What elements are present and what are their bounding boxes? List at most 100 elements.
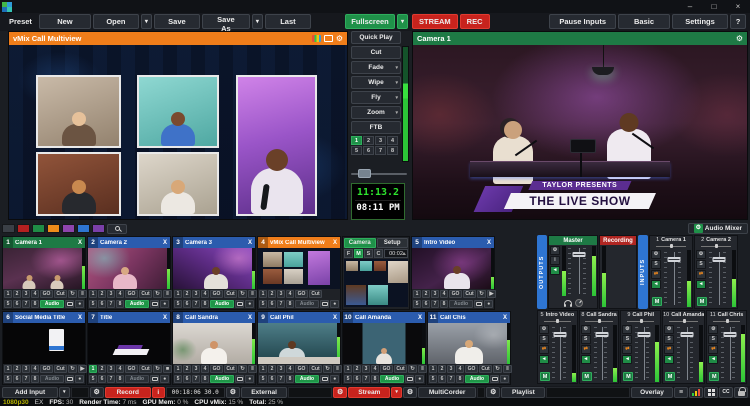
cut-button[interactable]: Cut xyxy=(479,365,492,373)
close-input-icon[interactable]: X xyxy=(330,315,340,321)
overlay-8-button[interactable]: 8 xyxy=(116,300,124,308)
input-thumbnail[interactable] xyxy=(88,323,170,364)
audio-levels-icon[interactable] xyxy=(689,387,703,398)
overlay-1-button[interactable]: 1 xyxy=(174,365,182,373)
open-button[interactable]: Open xyxy=(93,14,139,29)
overlay-4-button[interactable]: 4 xyxy=(456,365,464,373)
overlay-5-button[interactable]: 5 xyxy=(174,375,182,383)
fullscreen-monitor-icon[interactable] xyxy=(235,375,244,383)
overlay-1-button[interactable]: 1 xyxy=(429,365,437,373)
record-dot-icon[interactable]: ● xyxy=(245,300,254,308)
pause-icon[interactable]: ‖ xyxy=(248,365,257,373)
colorbars-icon[interactable] xyxy=(312,35,321,42)
overlay-1-button[interactable]: 1 xyxy=(259,290,267,298)
volume-fader[interactable] xyxy=(675,325,698,382)
fullscreen-monitor-icon[interactable] xyxy=(474,300,483,308)
preset-button[interactable]: Preset xyxy=(4,14,37,29)
pause-inputs-button[interactable]: Pause Inputs xyxy=(549,14,616,29)
speaker-icon[interactable]: ◄ xyxy=(651,280,661,289)
bus-routing-icon[interactable]: ⇄ xyxy=(622,345,632,354)
fullscreen-monitor-icon[interactable] xyxy=(405,375,414,383)
master-settings-icon[interactable]: ⚙ xyxy=(550,246,560,255)
input-thumbnail[interactable] xyxy=(173,248,255,289)
cut-button[interactable]: Cut xyxy=(54,290,67,298)
channel-settings-icon[interactable]: ⚙ xyxy=(651,250,661,259)
overlay-5-button[interactable]: 5 xyxy=(259,300,267,308)
transition-slot-button[interactable]: 8 xyxy=(387,146,398,155)
save-button[interactable]: Save xyxy=(154,14,200,29)
transition-slot-button[interactable]: 1 xyxy=(351,136,362,145)
headphones-icon[interactable] xyxy=(564,300,572,305)
speaker-icon[interactable]: ◄ xyxy=(696,280,706,289)
volume-fader[interactable] xyxy=(550,325,571,382)
overlay-1-button[interactable]: 1 xyxy=(4,365,12,373)
input-panel[interactable]: 7 Title X 1 2 3 4 GO Cut ↻ ■ 5 6 7 8 Aud… xyxy=(87,311,171,385)
close-input-icon[interactable]: X xyxy=(245,315,255,321)
fullscreen-monitor-icon[interactable] xyxy=(490,375,499,383)
input-header[interactable]: 8 Call Sandra X xyxy=(173,312,255,323)
input-thumbnail[interactable] xyxy=(343,323,425,364)
stream-indicator-button[interactable]: STREAM xyxy=(412,14,458,29)
pause-icon[interactable]: ‖ xyxy=(333,365,342,373)
record-dot-icon[interactable]: ● xyxy=(484,300,493,308)
close-button[interactable]: × xyxy=(726,0,750,13)
wipe-button[interactable]: Wipe▾ xyxy=(351,76,401,89)
overlay-6-button[interactable]: 6 xyxy=(268,300,276,308)
audio-toggle-button[interactable]: Audio xyxy=(40,375,64,383)
input-panel[interactable]: 2 Camera 2 X 1 2 3 4 GO Cut ↻ ‖ 5 6 7 8 … xyxy=(87,236,171,310)
record-dot-icon[interactable]: ● xyxy=(160,300,169,308)
input-thumbnail[interactable] xyxy=(3,248,85,289)
fly-button[interactable]: Fly▾ xyxy=(351,91,401,104)
input-thumbnail[interactable] xyxy=(88,248,170,289)
filter-color-swatch[interactable] xyxy=(47,224,60,233)
input-panel[interactable]: 10 Call Amanda X 1 2 3 4 GO Cut ↻ ‖ 5 6 … xyxy=(342,311,426,385)
transition-slot-button[interactable]: 7 xyxy=(375,146,386,155)
speaker-icon[interactable]: ◄ xyxy=(581,355,591,364)
close-input-icon[interactable]: X xyxy=(484,240,494,246)
input-panel[interactable]: 11 Call Chis X 1 2 3 4 GO Cut ↻ ‖ 5 6 7 … xyxy=(427,311,511,385)
filter-color-swatch[interactable] xyxy=(2,224,15,233)
record-dot-icon[interactable]: ● xyxy=(330,300,339,308)
pan-slider[interactable] xyxy=(621,319,660,324)
overlay-button[interactable]: Overlay xyxy=(631,387,673,398)
go-button[interactable]: GO xyxy=(465,365,478,373)
overlay-4-button[interactable]: 4 xyxy=(286,365,294,373)
channel-settings-icon[interactable]: ⚙ xyxy=(622,325,632,334)
overlay-4-button[interactable]: 4 xyxy=(371,365,379,373)
fullscreen-monitor-icon[interactable] xyxy=(65,375,74,383)
preview-gear-icon[interactable]: ⚙ xyxy=(336,34,343,44)
pan-slider[interactable] xyxy=(695,244,737,249)
menu-icon[interactable]: ≡ xyxy=(674,387,688,398)
playlist-settings-icon[interactable]: ⚙ xyxy=(486,387,500,398)
quick-play-button[interactable]: Quick Play xyxy=(351,31,401,44)
mute-button[interactable]: M xyxy=(540,372,550,381)
fader-handle[interactable] xyxy=(637,332,650,337)
overlay-7-button[interactable]: 7 xyxy=(447,375,455,383)
overlay-3-button[interactable]: 3 xyxy=(192,365,200,373)
overlay-6-button[interactable]: 6 xyxy=(268,375,276,383)
bus-routing-icon[interactable]: ⇄ xyxy=(581,345,591,354)
volume-fader[interactable] xyxy=(662,250,686,307)
overlay-8-button[interactable]: 8 xyxy=(286,375,294,383)
rec-indicator-button[interactable]: REC xyxy=(460,14,490,29)
input-header[interactable]: 10 Call Amanda X xyxy=(343,312,425,323)
interval-spinner[interactable]: 00:02 xyxy=(384,249,408,258)
fade-button[interactable]: Fade▾ xyxy=(351,61,401,74)
go-button[interactable]: GO xyxy=(295,290,308,298)
channel-settings-icon[interactable]: ⚙ xyxy=(539,325,549,334)
overlay-6-button[interactable]: 6 xyxy=(183,375,191,383)
mode-c-button[interactable]: C xyxy=(374,249,383,258)
overlay-4-button[interactable]: 4 xyxy=(201,365,209,373)
overlay-4-button[interactable]: 4 xyxy=(286,290,294,298)
save-as-button[interactable]: Save As xyxy=(202,14,250,29)
fader-handle[interactable] xyxy=(680,332,693,337)
setup-button[interactable]: Setup xyxy=(377,238,409,248)
zoom-button[interactable]: Zoom▾ xyxy=(351,106,401,119)
overlay-1-button[interactable]: 1 xyxy=(89,290,97,298)
mute-button[interactable]: M xyxy=(582,372,592,381)
overlay-5-button[interactable]: 5 xyxy=(413,300,421,308)
bus-routing-icon[interactable]: ⇄ xyxy=(664,345,674,354)
overlay-3-button[interactable]: 3 xyxy=(277,365,285,373)
overlay-4-button[interactable]: 4 xyxy=(31,365,39,373)
overlay-2-button[interactable]: 2 xyxy=(98,365,106,373)
